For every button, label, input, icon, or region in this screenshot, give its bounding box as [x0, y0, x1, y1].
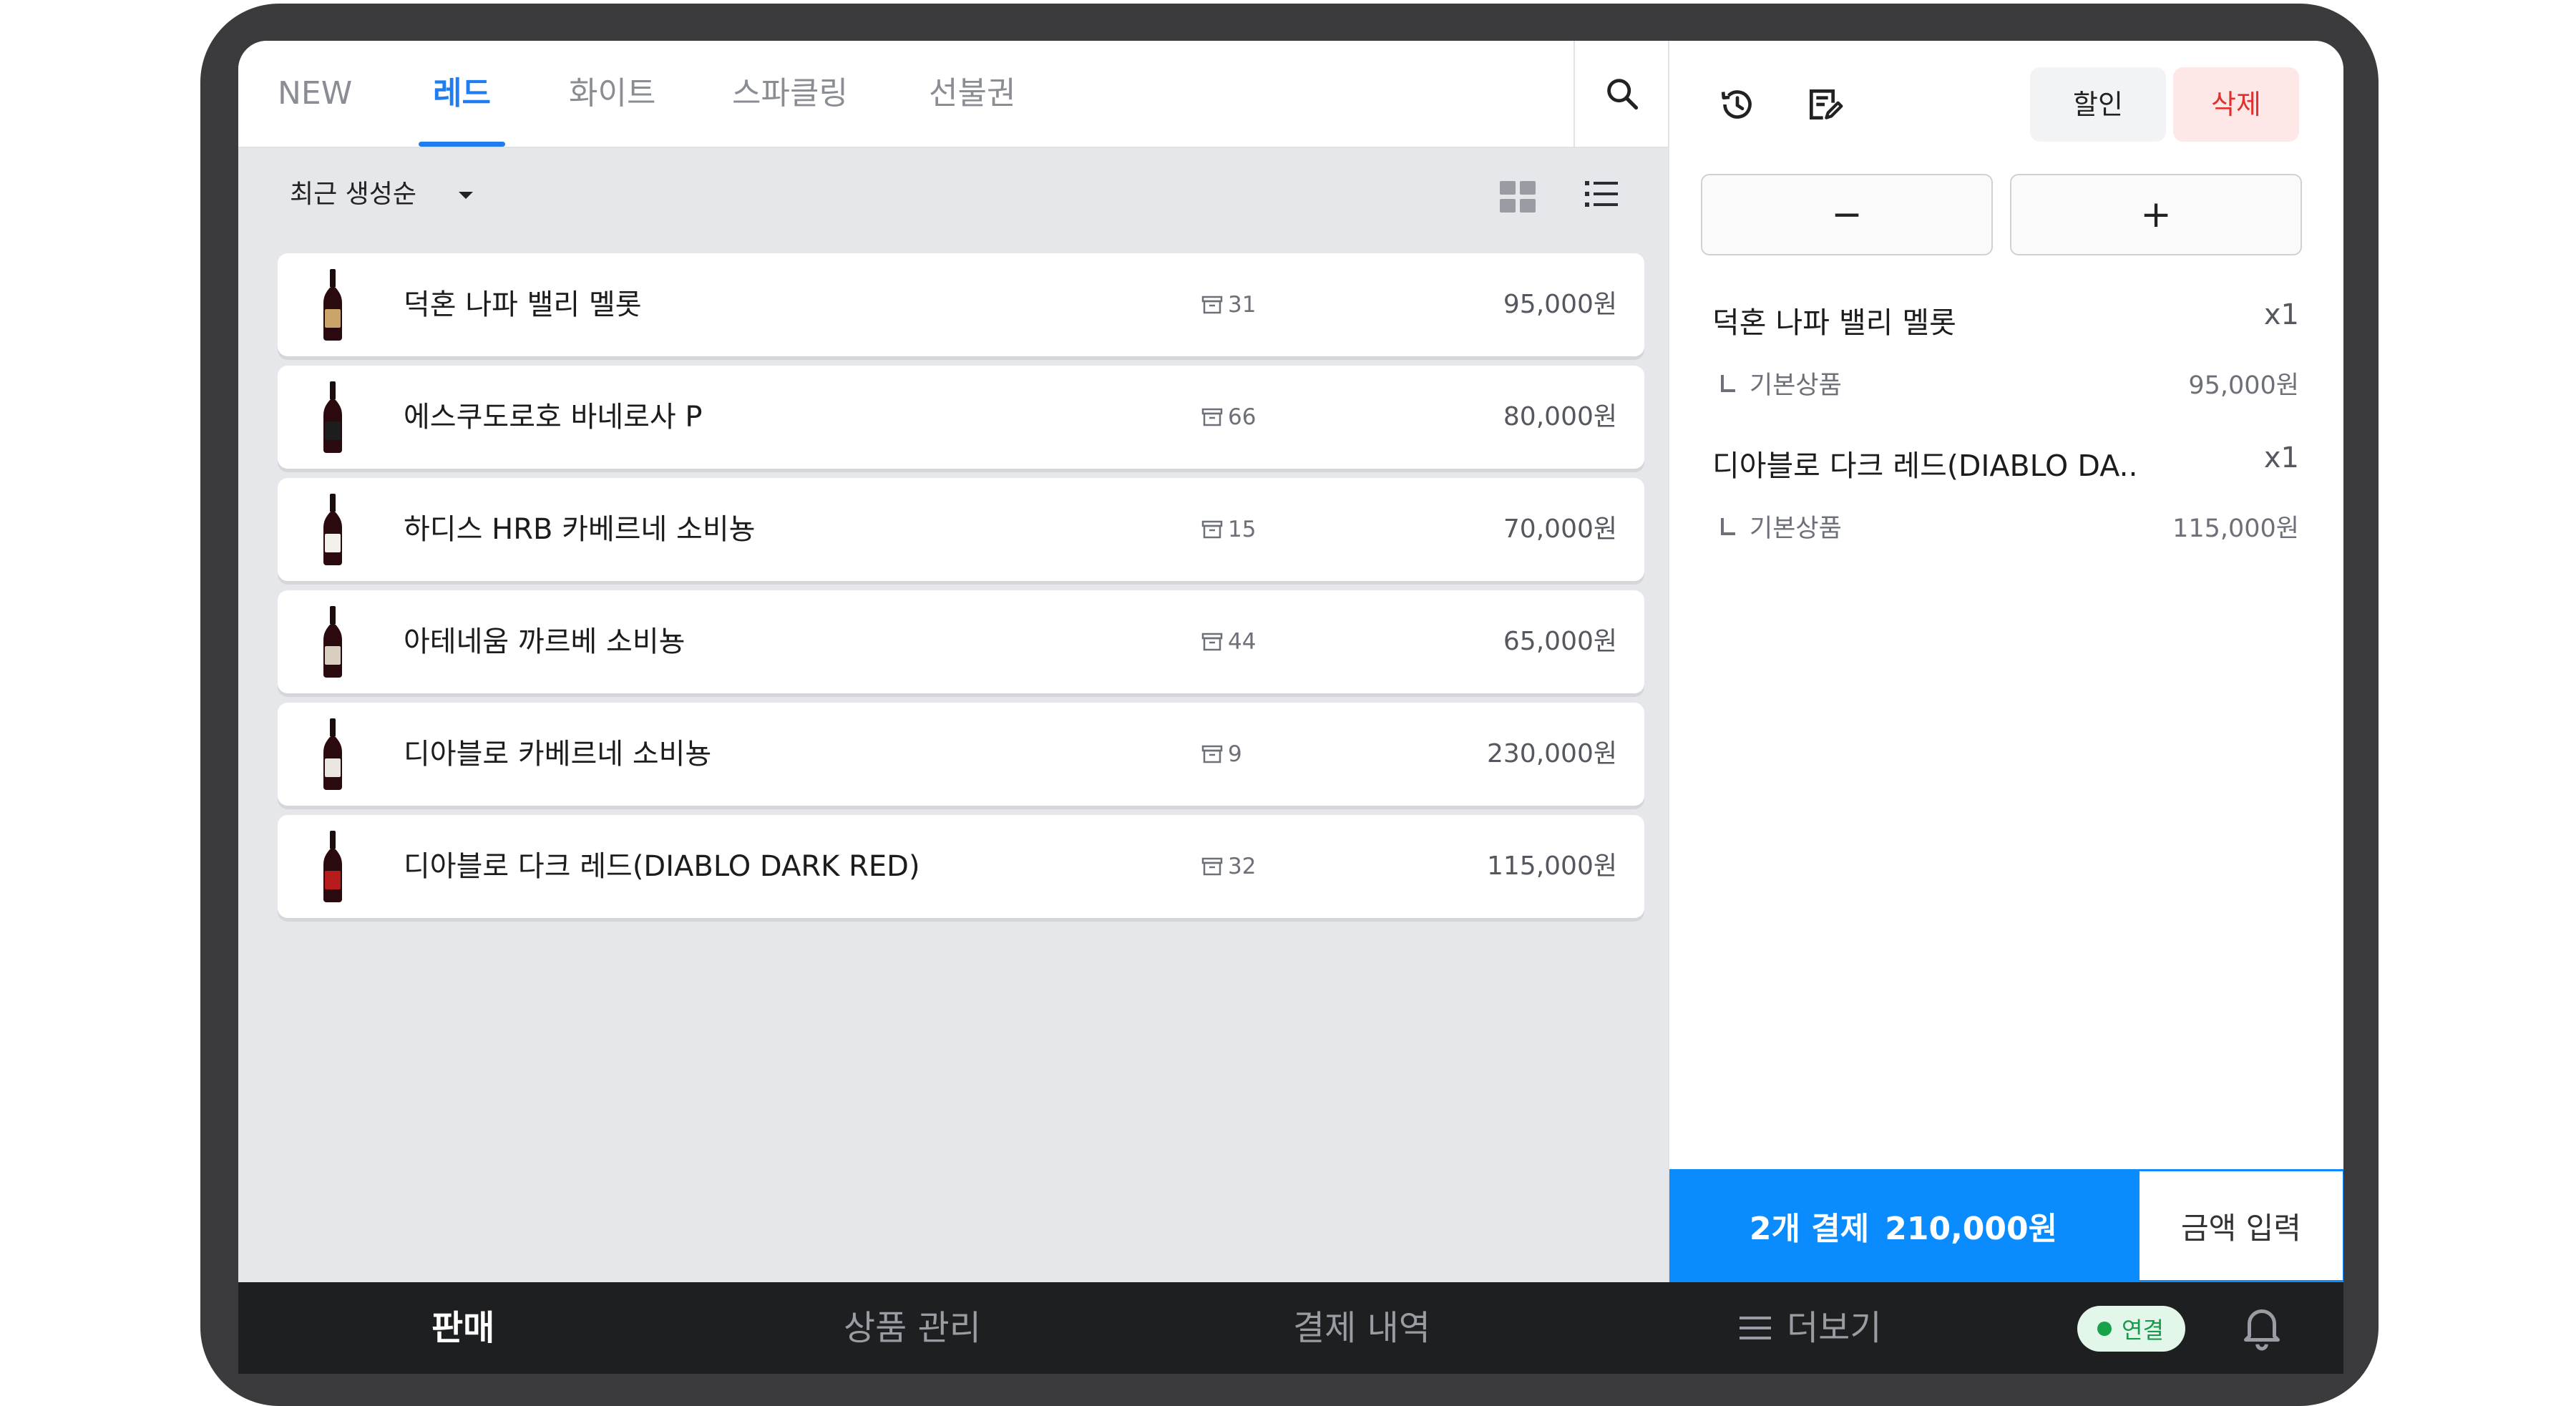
product-row[interactable]: 아테네움 까르베 소비뇽 44 65,000원 — [278, 590, 1644, 693]
product-name: 디아블로 카베르네 소비뇽 — [404, 738, 712, 771]
stock-value: 44 — [1228, 629, 1257, 655]
stock-count: 15 — [1201, 478, 1256, 581]
tab-white[interactable]: 화이트 — [569, 41, 655, 147]
plus-icon: + — [2140, 193, 2172, 236]
box-icon — [1201, 857, 1223, 876]
cart-item-price: 95,000원 — [2188, 371, 2299, 400]
stock-count: 44 — [1201, 590, 1256, 693]
search-icon — [1607, 79, 1639, 110]
box-icon — [1201, 745, 1223, 763]
product-price: 70,000원 — [1503, 514, 1617, 544]
product-name: 하디스 HRB 카베르네 소비뇽 — [404, 513, 756, 546]
stock-count: 66 — [1201, 366, 1256, 469]
stock-count: 32 — [1201, 815, 1256, 918]
product-row[interactable]: 디아블로 카베르네 소비뇽 9 230,000원 — [278, 703, 1644, 806]
nav-sell[interactable]: 판매 — [431, 1282, 494, 1374]
bell-icon[interactable] — [2240, 1304, 2283, 1351]
product-row[interactable]: 디아블로 다크 레드(DIABLO DARK RED) 32 115,000원 — [278, 815, 1644, 918]
menu-icon — [1740, 1317, 1771, 1339]
nav-more[interactable]: 더보기 — [1740, 1282, 1881, 1374]
cart-item[interactable]: 덕혼 나파 밸리 멜롯 x1 기본상품 95,000원 — [1712, 284, 2299, 427]
option-corner-icon — [1721, 374, 1735, 392]
cart-item-option-label: 기본상품 — [1750, 514, 1842, 543]
sort-toolbar: 최근 생성순 — [238, 148, 1668, 241]
caret-down-icon[interactable] — [459, 192, 473, 199]
bottom-nav: 판매 상품 관리 결제 내역 더보기 연결 — [238, 1282, 2343, 1374]
product-row[interactable]: 덕혼 나파 밸리 멜롯 31 95,000원 — [278, 253, 1644, 356]
cart-panel: 할인 삭제 − + 덕혼 나파 밸리 멜롯 x1 기본상품 95,000원 디아… — [1668, 41, 2343, 1282]
stock-value: 31 — [1228, 292, 1257, 318]
stock-value: 15 — [1228, 517, 1257, 542]
cart-item-name: 디아블로 다크 레드(DIABLO DA.. — [1712, 449, 2138, 483]
delete-button[interactable]: 삭제 — [2173, 67, 2299, 142]
product-name: 아테네움 까르베 소비뇽 — [404, 625, 686, 658]
increase-quantity-button[interactable]: + — [2010, 174, 2302, 255]
product-name: 덕혼 나파 밸리 멜롯 — [404, 288, 642, 321]
nav-products[interactable]: 상품 관리 — [844, 1282, 981, 1374]
tab-sparkling[interactable]: 스파클링 — [732, 41, 848, 147]
wine-bottle-icon — [323, 269, 342, 341]
history-button[interactable] — [1714, 81, 1761, 128]
option-corner-icon — [1721, 517, 1735, 535]
wine-bottle-icon — [323, 718, 342, 790]
pay-button[interactable]: 2개 결제 210,000원 — [1669, 1169, 2137, 1282]
list-view-icon[interactable] — [1585, 178, 1618, 210]
nav-more-label: 더보기 — [1787, 1308, 1882, 1348]
memo-button[interactable] — [1801, 81, 1848, 128]
cart-item[interactable]: 디아블로 다크 레드(DIABLO DA.. x1 기본상품 115,000원 — [1712, 427, 2299, 570]
product-list: 덕혼 나파 밸리 멜롯 31 95,000원에스쿠도로호 바네로사 P 66 80,00… — [278, 253, 1644, 927]
cart-item-name: 덕혼 나파 밸리 멜롯 — [1712, 306, 1956, 340]
wine-bottle-icon — [323, 381, 342, 453]
tab-new[interactable]: NEW — [278, 41, 352, 147]
product-price: 115,000원 — [1487, 851, 1617, 881]
sort-dropdown[interactable]: 최근 생성순 — [290, 148, 416, 241]
product-panel: NEW 레드 화이트 스파클링 선불권 최근 생성순 덕혼 나파 밸리 멜롯 3… — [238, 41, 1668, 1282]
pos-screen: NEW 레드 화이트 스파클링 선불권 최근 생성순 덕혼 나파 밸리 멜롯 3… — [238, 41, 2343, 1374]
product-price: 80,000원 — [1503, 402, 1617, 431]
product-price: 230,000원 — [1487, 739, 1617, 768]
tab-prepaid[interactable]: 선불권 — [929, 41, 1015, 147]
pay-total: 210,000원 — [1885, 1211, 2058, 1247]
cart-item-option: 기본상품 — [1721, 365, 1842, 401]
edit-note-icon — [1810, 89, 1843, 119]
product-row[interactable]: 에스쿠도로호 바네로사 P 66 80,000원 — [278, 366, 1644, 469]
history-icon — [1721, 90, 1752, 119]
box-icon — [1201, 520, 1223, 539]
stock-count: 9 — [1201, 703, 1242, 806]
search-button[interactable] — [1574, 41, 1669, 147]
cart-item-price: 115,000원 — [2172, 514, 2299, 543]
stock-value: 66 — [1228, 404, 1257, 430]
cart-item-option: 기본상품 — [1721, 508, 1842, 545]
box-icon — [1201, 408, 1223, 426]
stock-value: 32 — [1228, 854, 1257, 879]
product-price: 65,000원 — [1503, 627, 1617, 656]
minus-icon: − — [1831, 193, 1863, 236]
grid-view-icon[interactable] — [1500, 181, 1537, 213]
cart-item-qty: x1 — [2263, 298, 2299, 331]
stock-value: 9 — [1228, 741, 1242, 767]
pay-count-label: 2개 결제 — [1749, 1211, 1870, 1247]
category-tabs: NEW 레드 화이트 스파클링 선불권 — [238, 41, 1668, 148]
connection-status-badge: 연결 — [2077, 1306, 2185, 1352]
stock-count: 31 — [1201, 253, 1256, 356]
nav-history[interactable]: 결제 내역 — [1293, 1282, 1430, 1374]
box-icon — [1201, 633, 1223, 651]
decrease-quantity-button[interactable]: − — [1701, 174, 1993, 255]
cart-list: 덕혼 나파 밸리 멜롯 x1 기본상품 95,000원 디아블로 다크 레드(D… — [1712, 284, 2299, 570]
amount-input-button[interactable]: 금액 입력 — [2137, 1169, 2343, 1282]
wine-bottle-icon — [323, 494, 342, 565]
product-row[interactable]: 하디스 HRB 카베르네 소비뇽 15 70,000원 — [278, 478, 1644, 581]
product-price: 95,000원 — [1503, 290, 1617, 319]
wine-bottle-icon — [323, 606, 342, 678]
wine-bottle-icon — [323, 831, 342, 902]
connection-status-label: 연결 — [2122, 1317, 2164, 1344]
tab-red[interactable]: 레드 — [419, 41, 505, 147]
cart-item-option-label: 기본상품 — [1750, 371, 1842, 400]
product-name: 디아블로 다크 레드(DIABLO DARK RED) — [404, 850, 920, 883]
discount-button[interactable]: 할인 — [2030, 67, 2166, 142]
status-dot-icon — [2097, 1322, 2112, 1336]
cart-item-qty: x1 — [2263, 441, 2299, 474]
product-name: 에스쿠도로호 바네로사 P — [404, 401, 703, 434]
box-icon — [1201, 296, 1223, 314]
